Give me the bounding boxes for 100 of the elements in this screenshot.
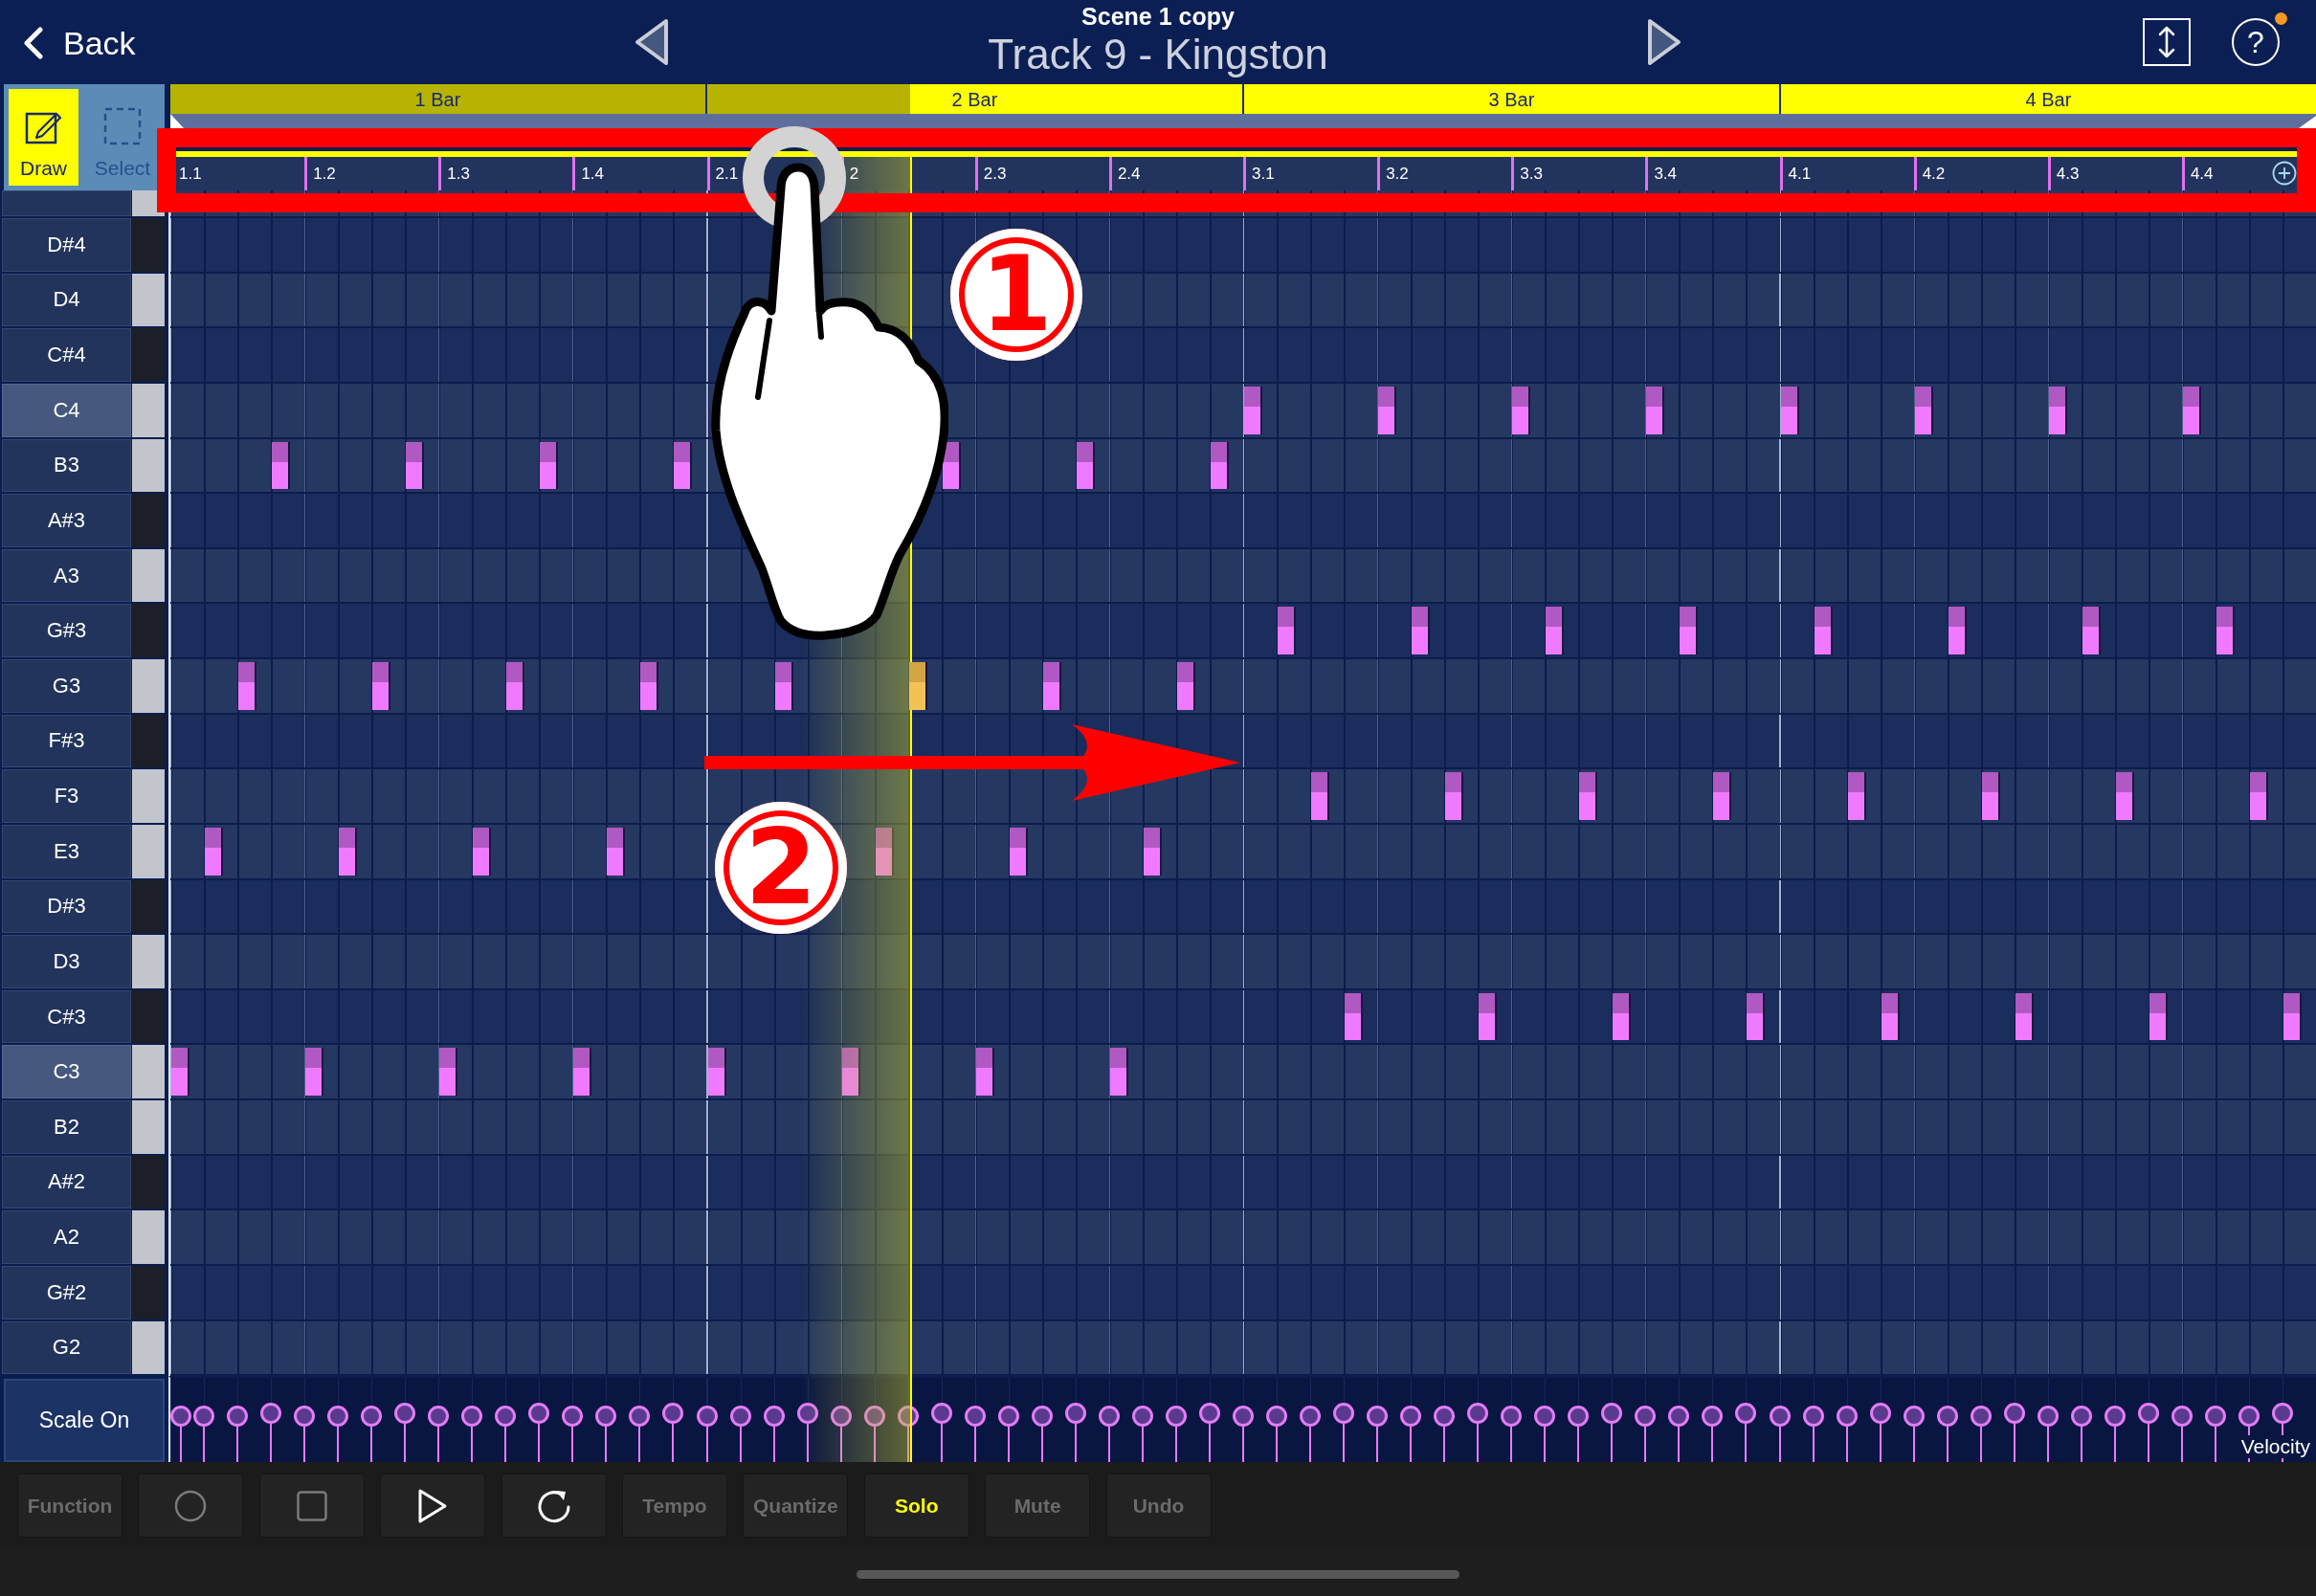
note[interactable] bbox=[1311, 772, 1330, 820]
note[interactable] bbox=[1780, 386, 1799, 434]
velocity-marker[interactable] bbox=[595, 1405, 617, 1462]
note[interactable] bbox=[305, 1048, 324, 1096]
note[interactable] bbox=[2249, 772, 2268, 820]
velocity-marker[interactable] bbox=[294, 1405, 316, 1462]
velocity-marker[interactable] bbox=[428, 1405, 450, 1462]
note[interactable] bbox=[1244, 386, 1262, 434]
note[interactable] bbox=[1009, 827, 1028, 876]
note[interactable] bbox=[1646, 386, 1665, 434]
note[interactable] bbox=[607, 827, 626, 876]
note[interactable] bbox=[1914, 386, 1933, 434]
note[interactable] bbox=[2149, 992, 2168, 1041]
note[interactable] bbox=[1210, 441, 1229, 490]
piano-key[interactable] bbox=[132, 548, 165, 603]
velocity-marker[interactable] bbox=[1131, 1405, 1153, 1462]
velocity-marker[interactable] bbox=[2037, 1405, 2059, 1462]
velocity-marker[interactable] bbox=[897, 1405, 919, 1462]
note[interactable] bbox=[1412, 607, 1431, 654]
note[interactable] bbox=[1076, 441, 1095, 490]
note[interactable] bbox=[439, 1048, 458, 1096]
velocity-marker[interactable] bbox=[1735, 1402, 1757, 1462]
toolbar-button[interactable]: Solo bbox=[863, 1474, 969, 1538]
velocity-marker[interactable] bbox=[629, 1405, 651, 1462]
velocity-marker[interactable] bbox=[1434, 1405, 1456, 1462]
velocity-marker[interactable] bbox=[260, 1402, 282, 1462]
velocity-marker[interactable] bbox=[1266, 1405, 1288, 1462]
draw-tool-button[interactable]: Draw bbox=[9, 89, 78, 186]
note[interactable] bbox=[1109, 1048, 1128, 1096]
note[interactable] bbox=[975, 1048, 994, 1096]
note[interactable] bbox=[339, 827, 358, 876]
note[interactable] bbox=[573, 1048, 592, 1096]
velocity-marker[interactable] bbox=[2104, 1405, 2126, 1462]
velocity-marker[interactable] bbox=[1367, 1405, 1389, 1462]
velocity-marker[interactable] bbox=[2204, 1405, 2226, 1462]
note[interactable] bbox=[1445, 772, 1464, 820]
left-triangle-icon[interactable] bbox=[634, 17, 670, 67]
note[interactable] bbox=[2283, 992, 2302, 1041]
velocity-marker[interactable] bbox=[227, 1405, 249, 1462]
scale-button[interactable]: Scale On bbox=[4, 1379, 165, 1462]
velocity-marker[interactable] bbox=[1064, 1402, 1086, 1462]
velocity-marker[interactable] bbox=[763, 1405, 785, 1462]
play-button[interactable] bbox=[380, 1474, 486, 1538]
note[interactable] bbox=[1143, 827, 1162, 876]
note[interactable] bbox=[2115, 772, 2134, 820]
velocity-marker[interactable] bbox=[1836, 1405, 1858, 1462]
note[interactable] bbox=[171, 1048, 189, 1096]
velocity-marker[interactable] bbox=[1802, 1405, 1824, 1462]
velocity-marker[interactable] bbox=[327, 1405, 349, 1462]
note[interactable] bbox=[1345, 992, 1364, 1041]
note[interactable] bbox=[406, 441, 425, 490]
velocity-marker[interactable] bbox=[863, 1405, 885, 1462]
note[interactable] bbox=[272, 441, 291, 490]
velocity-marker[interactable] bbox=[2003, 1402, 2025, 1462]
velocity-marker[interactable] bbox=[1668, 1405, 1690, 1462]
velocity-marker[interactable] bbox=[1300, 1405, 1322, 1462]
velocity-marker[interactable] bbox=[997, 1405, 1019, 1462]
loop-button[interactable] bbox=[501, 1474, 607, 1538]
velocity-marker[interactable] bbox=[193, 1405, 215, 1462]
note[interactable] bbox=[205, 827, 224, 876]
note[interactable] bbox=[1479, 992, 1498, 1041]
velocity-marker[interactable] bbox=[1702, 1405, 1724, 1462]
piano-key[interactable] bbox=[132, 273, 165, 327]
note[interactable] bbox=[2182, 386, 2201, 434]
velocity-marker[interactable] bbox=[1568, 1405, 1590, 1462]
velocity-marker[interactable] bbox=[1970, 1405, 1992, 1462]
note[interactable] bbox=[1814, 607, 1833, 654]
toolbar-button[interactable]: Tempo bbox=[621, 1474, 727, 1538]
velocity-marker[interactable] bbox=[394, 1402, 416, 1462]
velocity-marker[interactable] bbox=[170, 1405, 191, 1462]
toolbar-button[interactable]: Quantize bbox=[743, 1474, 849, 1538]
velocity-marker[interactable] bbox=[796, 1402, 818, 1462]
velocity-marker[interactable] bbox=[1601, 1402, 1623, 1462]
velocity-marker[interactable] bbox=[1031, 1405, 1053, 1462]
note[interactable] bbox=[1176, 662, 1195, 710]
velocity-marker[interactable] bbox=[495, 1405, 517, 1462]
velocity-marker[interactable] bbox=[1501, 1405, 1523, 1462]
note[interactable] bbox=[1546, 607, 1565, 654]
select-tool-button[interactable]: Select bbox=[85, 89, 160, 186]
velocity-marker[interactable] bbox=[1903, 1405, 1925, 1462]
velocity-marker[interactable] bbox=[1098, 1405, 1120, 1462]
velocity-marker[interactable] bbox=[662, 1402, 684, 1462]
note[interactable] bbox=[1713, 772, 1732, 820]
velocity-marker[interactable] bbox=[930, 1402, 952, 1462]
note[interactable] bbox=[1680, 607, 1699, 654]
velocity-marker[interactable] bbox=[461, 1405, 483, 1462]
note[interactable] bbox=[1881, 992, 1900, 1041]
note[interactable] bbox=[372, 662, 391, 710]
piano-key[interactable] bbox=[132, 438, 165, 493]
note[interactable] bbox=[1847, 772, 1866, 820]
note[interactable] bbox=[2082, 607, 2101, 654]
velocity-marker[interactable] bbox=[562, 1405, 584, 1462]
velocity-marker[interactable] bbox=[696, 1405, 718, 1462]
note[interactable] bbox=[1613, 992, 1632, 1041]
note[interactable] bbox=[674, 441, 693, 490]
note[interactable] bbox=[1747, 992, 1766, 1041]
velocity-marker[interactable] bbox=[729, 1405, 751, 1462]
velocity-marker[interactable] bbox=[1165, 1405, 1187, 1462]
toolbar-button[interactable]: Undo bbox=[1105, 1474, 1212, 1538]
velocity-marker[interactable] bbox=[528, 1402, 550, 1462]
